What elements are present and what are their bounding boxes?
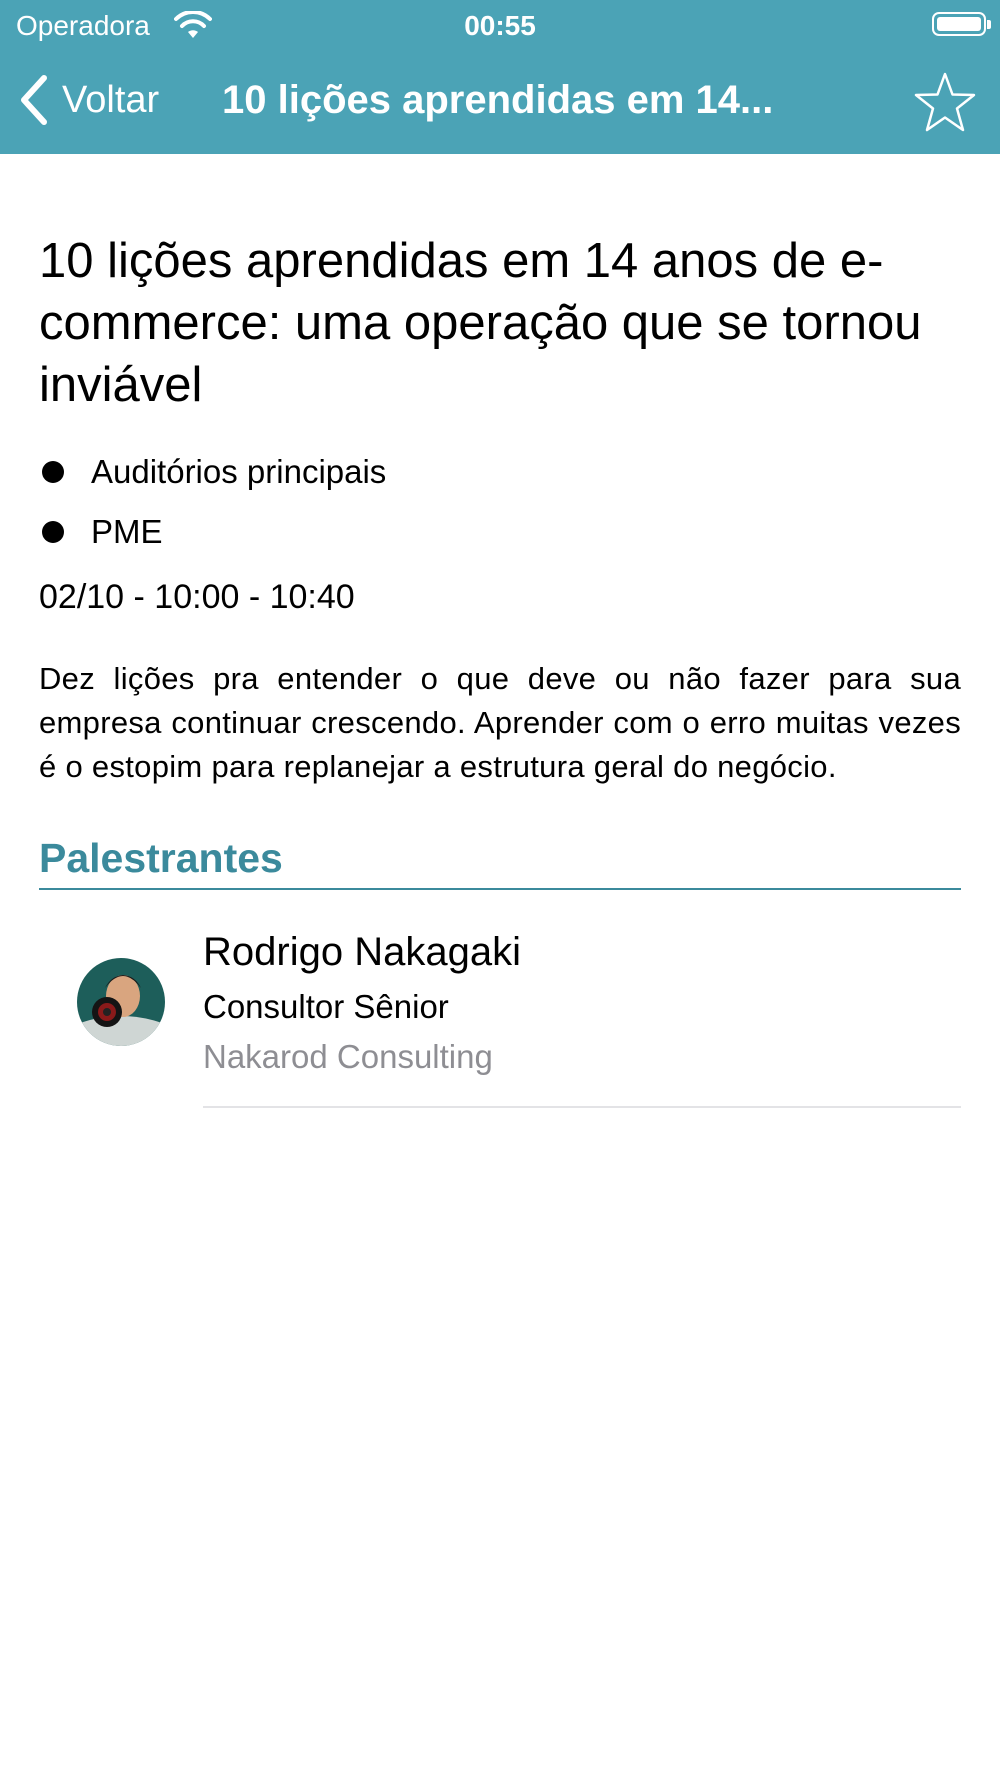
star-icon[interactable]	[912, 70, 978, 136]
back-label: Voltar	[62, 78, 160, 121]
avatar	[77, 958, 165, 1046]
session-title: 10 lições aprendidas em 14 anos de e-com…	[39, 234, 922, 412]
nav-title: 10 lições aprendidas em 14...	[222, 78, 774, 122]
top-bar: Operadora 00:55 Voltar 10 lições aprendi…	[0, 0, 1000, 154]
speaker-row[interactable]: Rodrigo Nakagaki Consultor Sênior Nakaro…	[39, 890, 961, 1110]
session-datetime: 02/10 - 10:00 - 10:40	[39, 578, 355, 616]
tag-item: PME	[39, 502, 961, 562]
chevron-left-icon	[21, 75, 47, 125]
speaker-company: Nakarod Consulting	[203, 1038, 493, 1075]
tag-label: Auditórios principais	[91, 453, 387, 490]
session-detail: 10 lições aprendidas em 14 anos de e-com…	[39, 230, 961, 1110]
speaker-name: Rodrigo Nakagaki	[203, 930, 521, 974]
tag-item: Auditórios principais	[39, 442, 961, 502]
speaker-photo	[77, 958, 165, 1046]
battery-icon	[932, 12, 991, 36]
back-button[interactable]: Voltar	[16, 70, 159, 130]
clock: 00:55	[464, 10, 536, 41]
bullet-icon	[42, 521, 64, 543]
tag-list: Auditórios principais PME	[39, 442, 961, 562]
navigation-bar: Voltar 10 lições aprendidas em 14...	[0, 56, 1000, 146]
tag-label: PME	[91, 513, 163, 550]
bullet-icon	[42, 461, 64, 483]
session-description: Dez lições pra entender o que deve ou nã…	[39, 661, 961, 784]
row-divider	[203, 1106, 961, 1108]
speaker-role: Consultor Sênior	[203, 988, 449, 1025]
speakers-section-title: Palestrantes	[39, 835, 961, 890]
status-bar: Operadora 00:55	[0, 0, 1000, 50]
